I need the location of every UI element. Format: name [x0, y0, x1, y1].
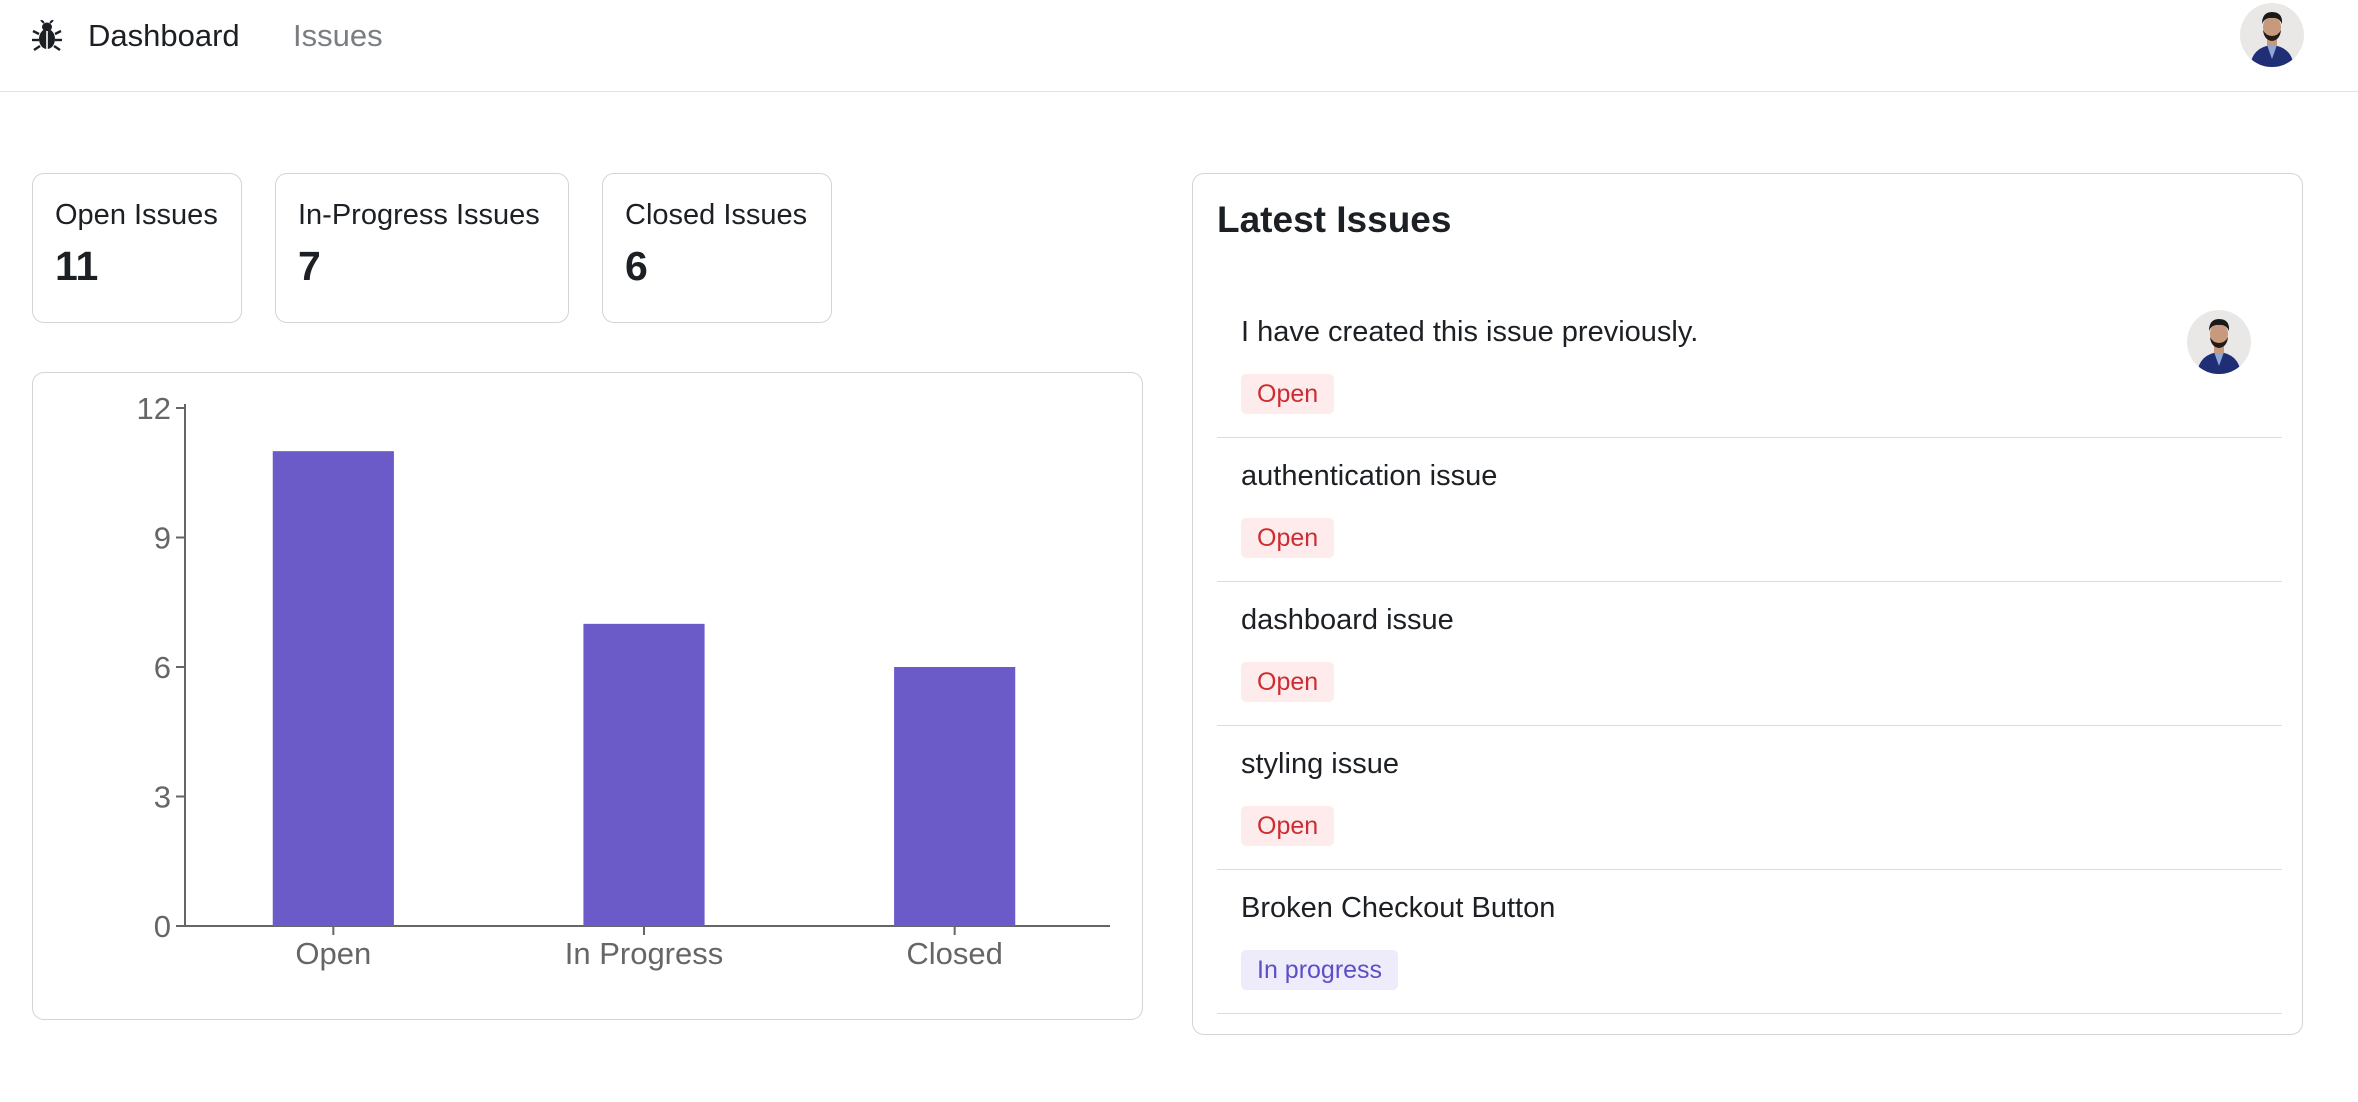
stat-card-in-progress[interactable]: In-Progress Issues 7: [275, 173, 569, 323]
stat-label: Closed Issues: [625, 199, 808, 231]
stat-value: 7: [298, 243, 321, 289]
status-badge-open: Open: [1241, 806, 1335, 846]
status-badge-open: Open: [1241, 518, 1335, 558]
issue-row: Broken Checkout Button In progress: [1217, 870, 2282, 1014]
bar-in-progress: [583, 623, 705, 926]
status-badge-open: Open: [1241, 374, 1335, 414]
user-avatar[interactable]: [2240, 3, 2304, 67]
nav-link-issues[interactable]: Issues: [293, 18, 383, 54]
navbar: Dashboard Issues: [0, 0, 2358, 92]
stat-card-closed[interactable]: Closed Issues 6: [602, 173, 832, 323]
y-tick-label: 12: [137, 391, 171, 426]
issues-bar-chart: 0 3 6 9 12 Open In Progress Closed: [137, 391, 1110, 971]
issue-row: styling issue Open: [1217, 726, 2282, 870]
issue-title-link[interactable]: authentication issue: [1241, 458, 1497, 494]
issue-row: I have created this issue previously. Op…: [1217, 294, 2282, 438]
x-tick-label: Open: [295, 936, 371, 971]
latest-issues-card: Latest Issues I have created this issue …: [1192, 173, 2303, 1035]
stat-label: In-Progress Issues: [298, 199, 540, 231]
issue-title-link[interactable]: I have created this issue previously.: [1241, 314, 1698, 350]
stat-value: 6: [625, 243, 648, 289]
y-tick-label: 9: [154, 521, 171, 556]
y-tick-label: 6: [154, 650, 171, 685]
latest-issues-title: Latest Issues: [1217, 199, 1452, 240]
issue-title-link[interactable]: styling issue: [1241, 746, 1399, 782]
issue-title-link[interactable]: Broken Checkout Button: [1241, 890, 1555, 926]
x-tick-label: In Progress: [565, 936, 724, 971]
stat-value: 11: [55, 243, 99, 289]
bar-open: [272, 451, 394, 926]
issue-row: dashboard issue Open: [1217, 582, 2282, 726]
status-badge-open: Open: [1241, 662, 1335, 702]
issue-title-link[interactable]: dashboard issue: [1241, 602, 1454, 638]
y-tick-label: 3: [154, 780, 171, 815]
issue-row: authentication issue Open: [1217, 438, 2282, 582]
status-badge-in-progress: In progress: [1241, 950, 1399, 990]
nav-link-dashboard[interactable]: Dashboard: [88, 18, 240, 54]
bar-closed: [894, 667, 1016, 926]
bug-icon[interactable]: [32, 20, 62, 52]
assignee-avatar: [2187, 310, 2251, 374]
stat-card-open[interactable]: Open Issues 11: [32, 173, 242, 323]
x-tick-label: Closed: [906, 936, 1003, 971]
y-tick-label: 0: [154, 909, 171, 944]
issues-chart-card: 0 3 6 9 12 Open In Progress Closed: [32, 372, 1143, 1020]
stat-label: Open Issues: [55, 199, 218, 231]
